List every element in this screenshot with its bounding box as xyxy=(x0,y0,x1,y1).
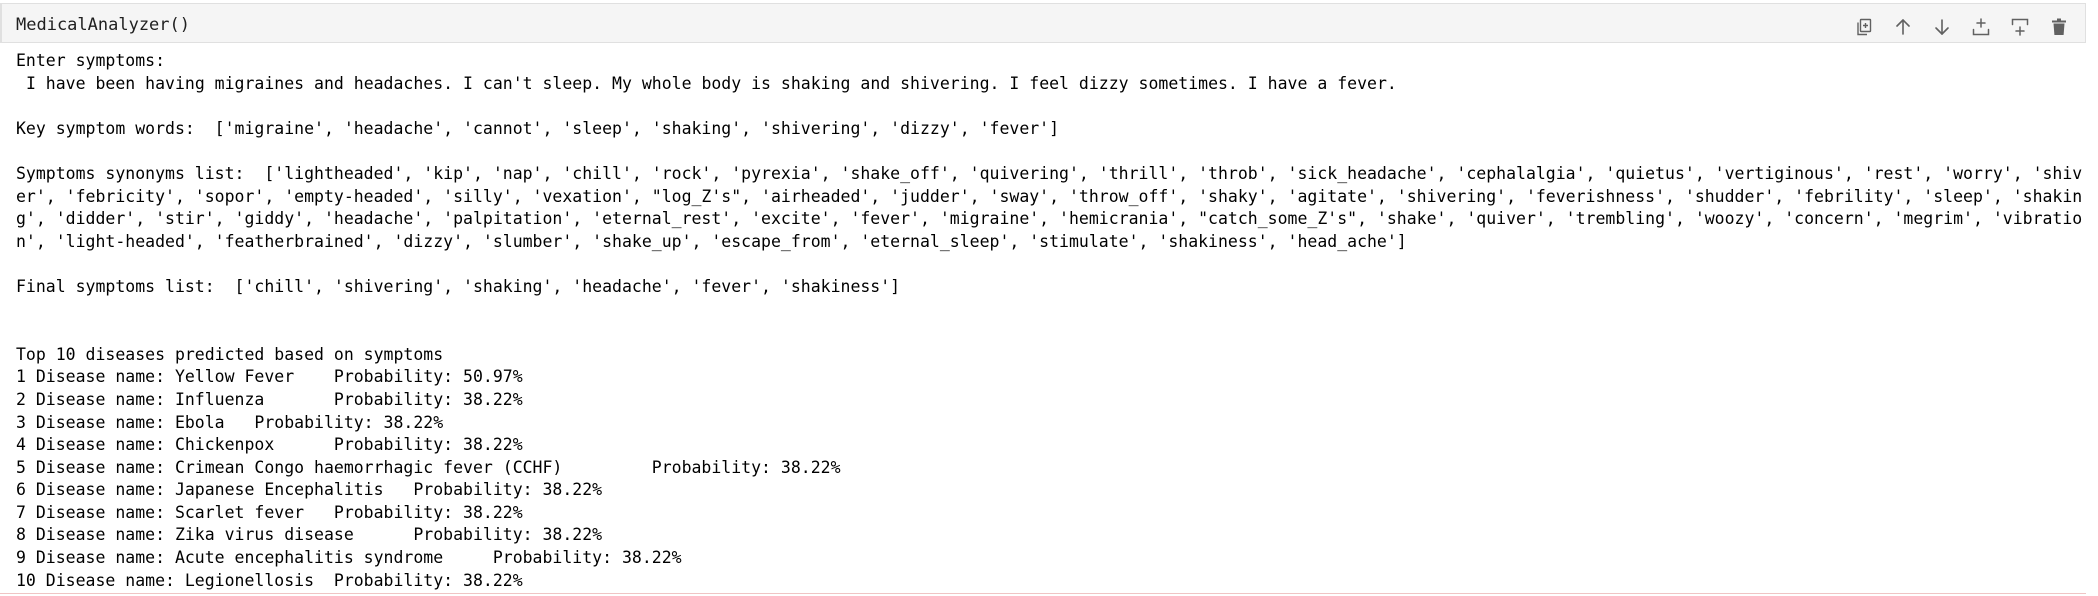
symptoms-synonyms-list: Symptoms synonyms list: ['lightheaded', … xyxy=(16,163,2083,251)
disease-row: 9 Disease name: Acute encephalitis syndr… xyxy=(16,548,682,568)
disease-row: 2 Disease name: Influenza Probability: 3… xyxy=(16,389,523,409)
cell-toolbar xyxy=(1837,12,2071,42)
move-down-icon[interactable] xyxy=(1930,14,1954,40)
code-input-area[interactable]: MedicalAnalyzer() xyxy=(0,3,2086,43)
insert-below-icon[interactable] xyxy=(2008,14,2032,40)
disease-row: 10 Disease name: Legionellosis Probabili… xyxy=(16,570,523,590)
notebook-cell: MedicalAnalyzer() Enter symptoms: I have… xyxy=(0,0,2098,596)
cell-output: Enter symptoms: I have been having migra… xyxy=(16,50,2084,592)
insert-above-icon[interactable] xyxy=(1969,14,1993,40)
disease-row: 6 Disease name: Japanese Encephalitis Pr… xyxy=(16,480,603,500)
disease-row: 8 Disease name: Zika virus disease Proba… xyxy=(16,525,603,545)
disease-row: 7 Disease name: Scarlet fever Probabilit… xyxy=(16,502,523,522)
disease-row: 5 Disease name: Crimean Congo haemorrhag… xyxy=(16,457,841,477)
delete-icon[interactable] xyxy=(2047,14,2071,40)
disease-row: 4 Disease name: Chickenpox Probability: … xyxy=(16,435,523,455)
disease-row: 3 Disease name: Ebola Probability: 38.22… xyxy=(16,412,444,432)
duplicate-icon[interactable] xyxy=(1852,14,1876,40)
key-symptom-words: Key symptom words: ['migraine', 'headach… xyxy=(16,118,1060,138)
cell-bottom-divider xyxy=(0,593,2086,594)
disease-row: 1 Disease name: Yellow Fever Probability… xyxy=(16,367,523,387)
prompt-label: Enter symptoms: xyxy=(16,51,166,70)
code-editor[interactable]: MedicalAnalyzer() xyxy=(16,15,190,35)
move-up-icon[interactable] xyxy=(1891,14,1915,40)
symptoms-input-text: I have been having migraines and headach… xyxy=(16,73,1397,93)
final-symptoms-list: Final symptoms list: ['chill', 'shiverin… xyxy=(16,276,901,296)
top-diseases-heading: Top 10 diseases predicted based on sympt… xyxy=(16,344,444,364)
